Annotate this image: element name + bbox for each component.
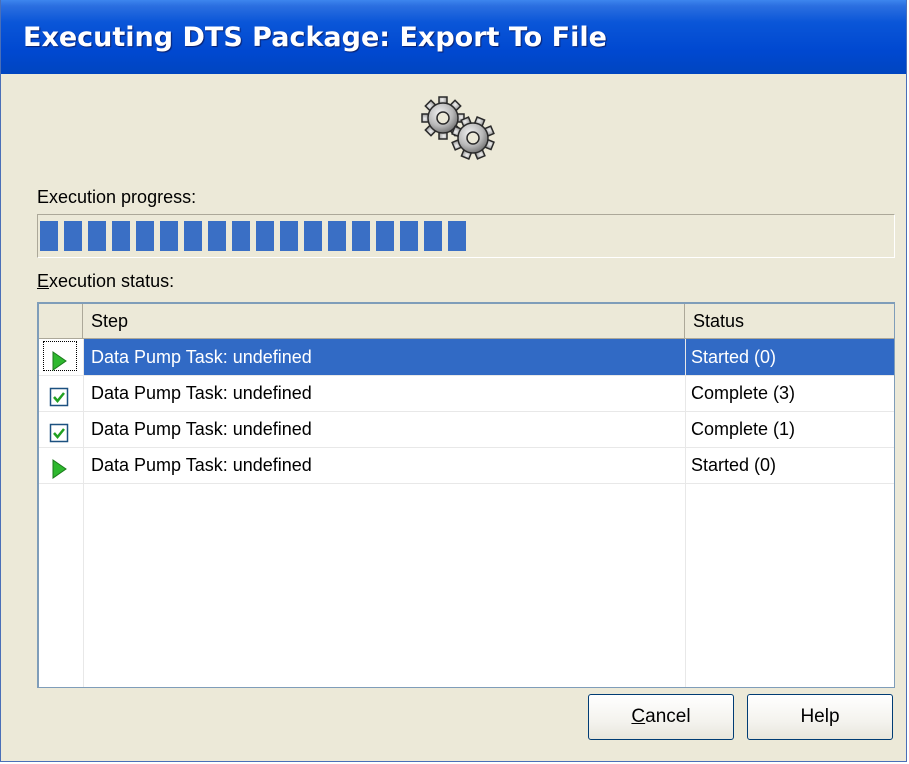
play-arrow-icon [49,455,69,479]
dialog-window: Executing DTS Package: Export To File Ex… [0,0,907,762]
table-row[interactable]: Data Pump Task: undefined Complete (1) [39,411,894,447]
step-cell: Data Pump Task: undefined [91,383,312,403]
execution-status-label: Execution status: [37,271,174,292]
status-cell: Complete (1) [691,419,796,439]
execution-status-accelerator: E [37,271,50,291]
row-divider [39,483,894,484]
step-cell: Data Pump Task: undefined [91,347,312,367]
table-row[interactable]: Data Pump Task: undefined Started (0) [39,447,894,483]
status-cell: Started (0) [691,347,777,367]
execution-status-label-text: xecution status: [49,271,175,291]
cancel-button[interactable]: Cancel [588,694,734,740]
column-header-status[interactable]: Status [685,304,894,338]
column-header-icon[interactable] [39,304,83,338]
checkbox-checked-icon [49,383,69,407]
progress-fill [40,221,466,251]
gears-icon [411,88,511,168]
cancel-accelerator: C [631,706,646,727]
step-cell: Data Pump Task: undefined [91,419,312,439]
table-row[interactable]: Data Pump Task: undefined Complete (3) [39,375,894,411]
table-row[interactable]: Data Pump Task: undefined Started (0) [39,339,894,375]
status-cell: Started (0) [691,455,777,475]
checkbox-checked-icon [49,419,69,443]
play-arrow-icon [49,347,69,371]
title-bar[interactable]: Executing DTS Package: Export To File [1,0,906,74]
list-header: Step Status [39,304,894,339]
cancel-button-label: ancel [645,706,691,727]
step-cell: Data Pump Task: undefined [91,455,312,475]
column-divider [83,339,84,687]
execution-status-list[interactable]: Step Status Data Pump Task: undefined Sta… [37,302,895,688]
status-cell: Complete (3) [691,383,796,403]
help-button[interactable]: Help [747,694,893,740]
execution-progress-label: Execution progress: [37,187,197,207]
column-divider [685,339,686,687]
execution-progress-bar [37,214,895,258]
column-header-step[interactable]: Step [83,304,685,338]
window-title: Executing DTS Package: Export To File [23,22,607,53]
